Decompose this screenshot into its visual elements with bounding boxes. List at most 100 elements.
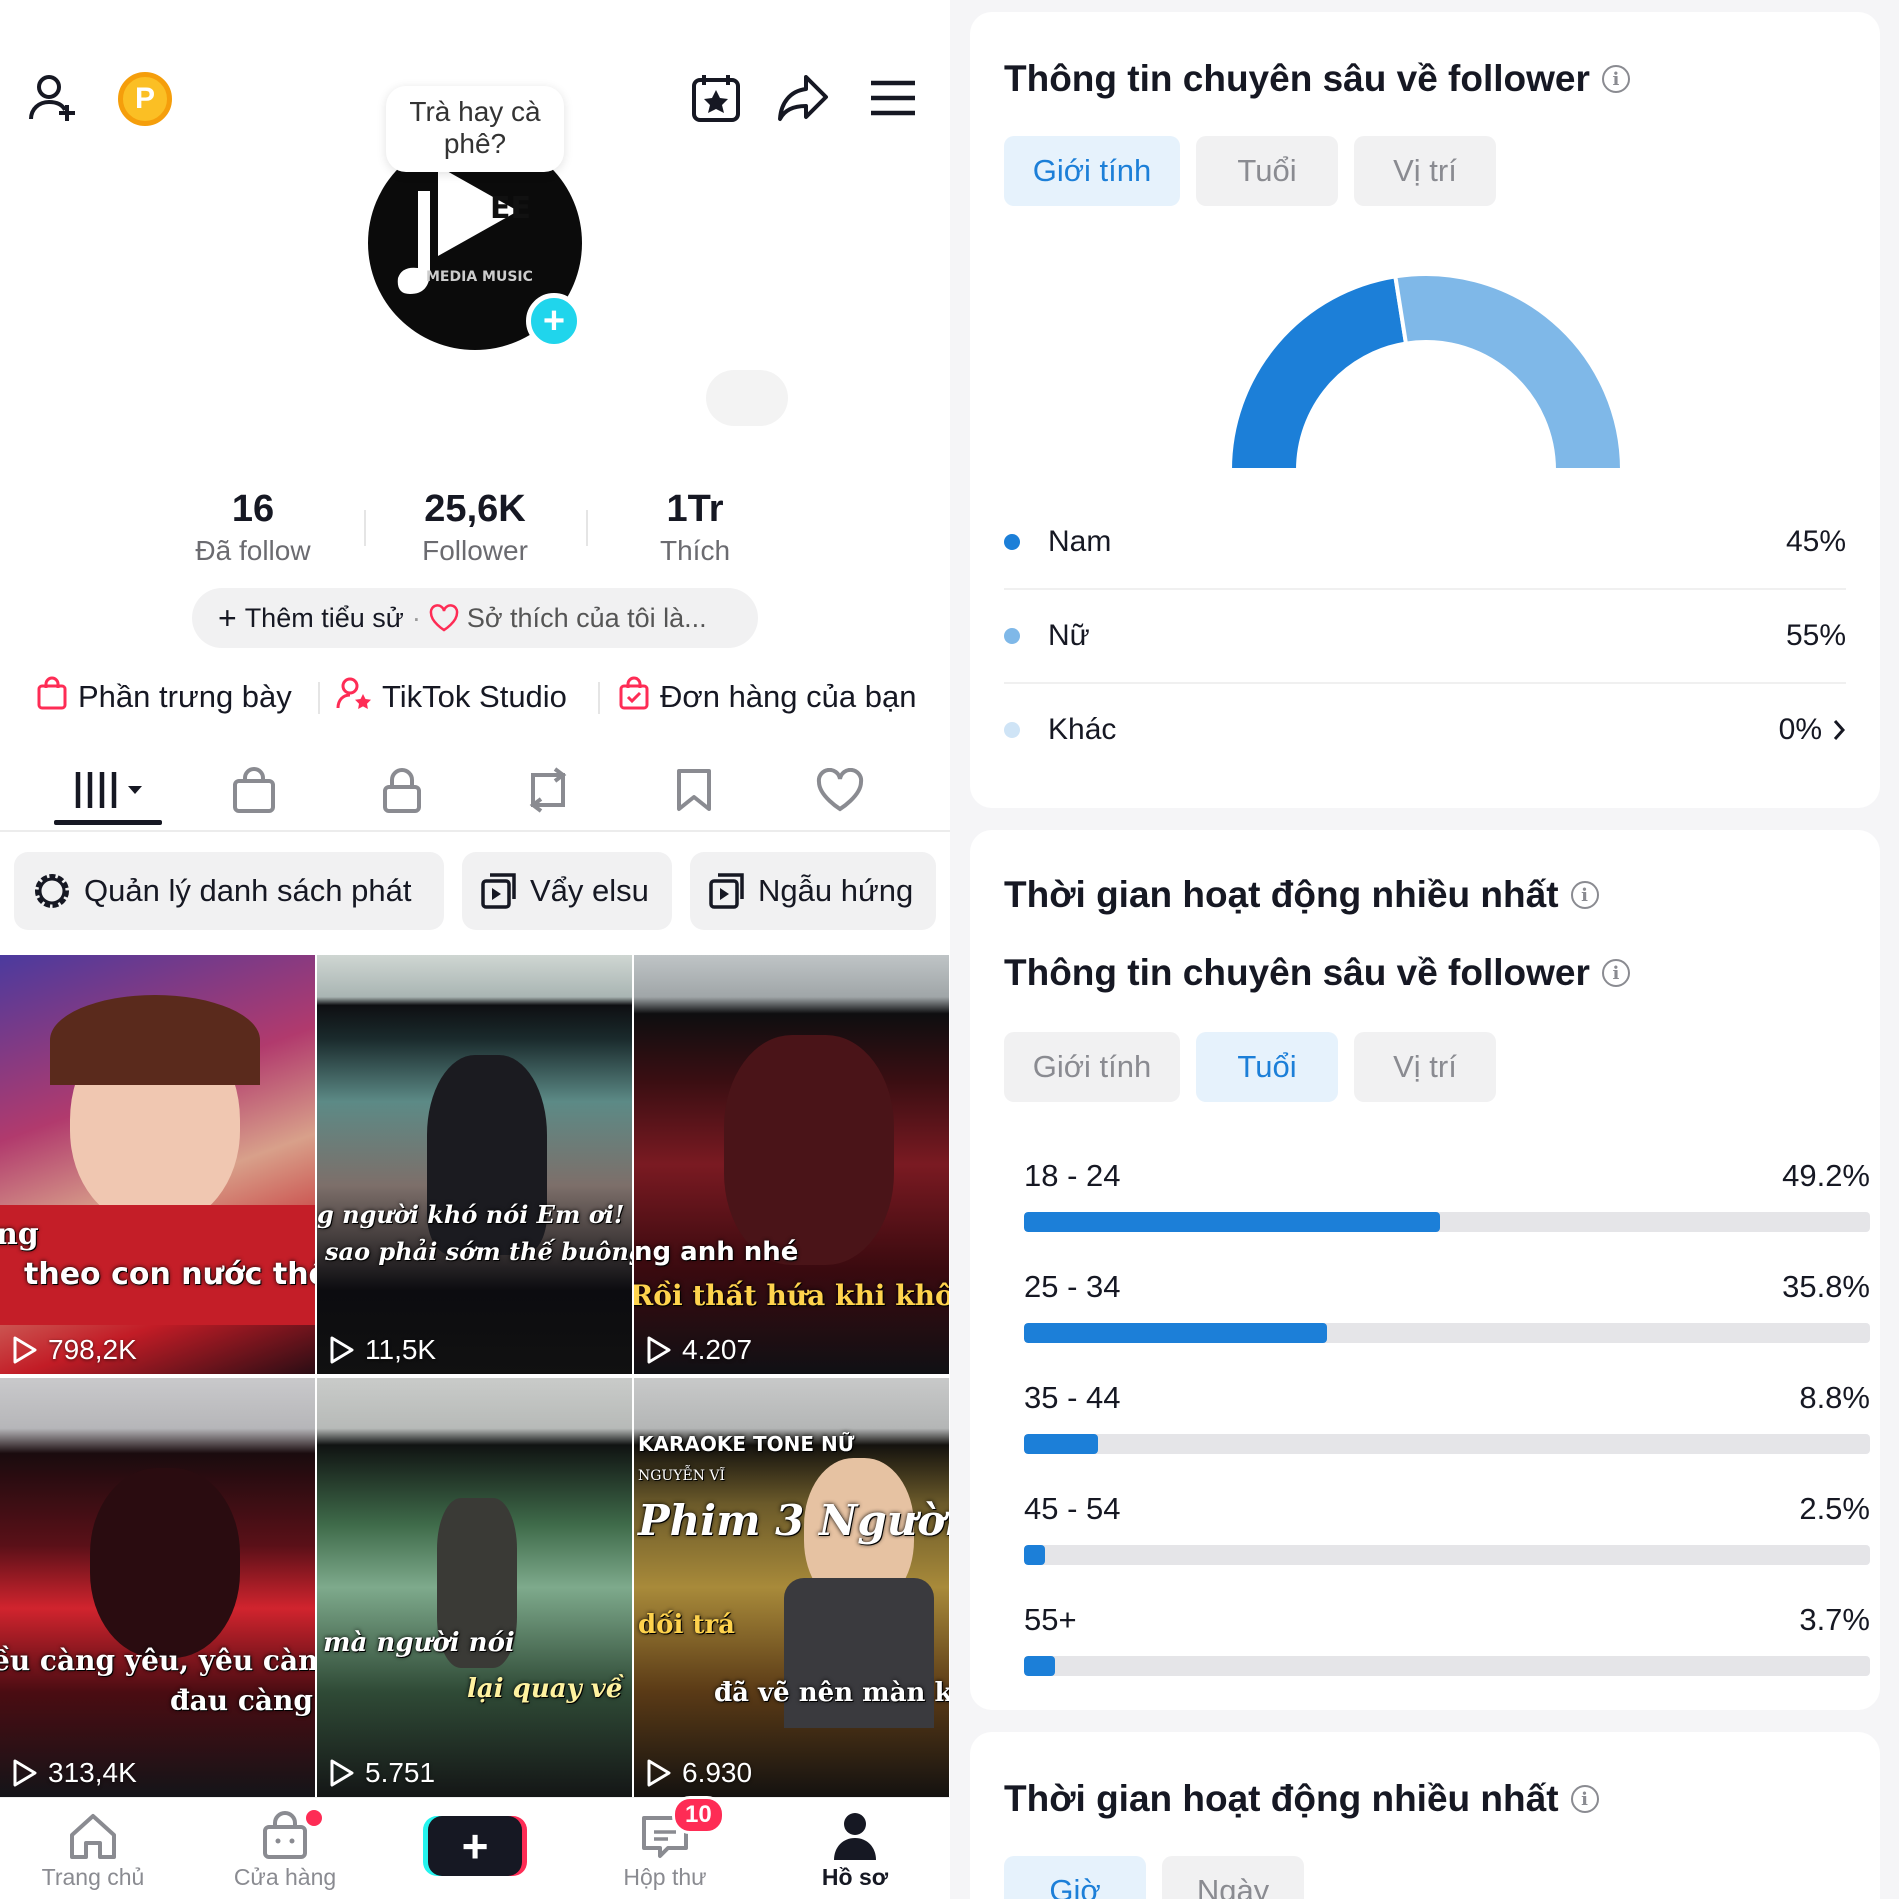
play-icon: [330, 1759, 354, 1787]
repost-icon: [529, 767, 567, 813]
nav-inbox[interactable]: 10 Hộp thư: [590, 1796, 740, 1891]
tab-reposts[interactable]: [488, 752, 608, 828]
song-lyric: dối trá: [638, 1610, 736, 1640]
view-count: 6.930: [646, 1757, 752, 1789]
play-icon: [13, 1336, 37, 1364]
menu-icon[interactable]: [865, 70, 921, 126]
divider: [318, 682, 320, 714]
age-range-label: 18 - 24: [1024, 1158, 1121, 1193]
svg-text:EE: EE: [490, 191, 531, 226]
playlist-icon: [481, 873, 516, 909]
profile-icon: [834, 1813, 876, 1860]
video-caption: KARAOKE TONE NỮ: [638, 1432, 855, 1456]
coin-icon[interactable]: P: [118, 72, 172, 126]
age-row: 18 - 24 49.2%: [1024, 1158, 1870, 1232]
video-caption: ều càng yêu, yêu càng đau: [0, 1644, 315, 1677]
video-thumbnail[interactable]: ng anh nhé Rồi thất hứa khi không làm 4.…: [634, 955, 949, 1374]
video-thumbnail[interactable]: mà người nói lại quay về 5.751: [317, 1378, 632, 1797]
tab-location[interactable]: Vị trí: [1354, 1032, 1496, 1102]
analytics-panel: Thông tin chuyên sâu về follower i Giới …: [950, 0, 1899, 1899]
showcase-link[interactable]: Phần trưng bày: [36, 676, 292, 718]
playlist-chip[interactable]: Vẩy elsu: [462, 852, 672, 930]
age-bar-fill: [1024, 1656, 1056, 1676]
nav-home[interactable]: Trang chủ: [18, 1808, 168, 1891]
age-bar-fill: [1024, 1434, 1099, 1454]
create-button[interactable]: +: [428, 1816, 522, 1876]
video-grid: ng theo con nước thênh th 798,2K g người…: [0, 955, 950, 1797]
stat-following[interactable]: 16 Đã follow: [153, 488, 353, 567]
age-bar-track: [1024, 1545, 1870, 1565]
tab-saved[interactable]: [634, 752, 754, 828]
playlist-icon: [709, 873, 744, 909]
age-bar-fill: [1024, 1212, 1441, 1232]
tab-videos[interactable]: [48, 752, 168, 828]
shop-bag-icon: [233, 767, 275, 813]
divider: [364, 510, 366, 546]
stat-followers[interactable]: 25,6K Follower: [375, 488, 575, 567]
tiktok-studio-link[interactable]: TikTok Studio: [336, 676, 567, 718]
add-bio-label[interactable]: Thêm tiểu sử: [245, 603, 404, 634]
video-thumbnail[interactable]: KARAOKE TONE NỮ NGUYỄN VĨ Phim 3 Người d…: [634, 1378, 949, 1797]
age-range-label: 55+: [1024, 1602, 1077, 1637]
video-thumbnail[interactable]: ng theo con nước thênh th 798,2K: [0, 955, 315, 1374]
age-range-label: 25 - 34: [1024, 1269, 1121, 1304]
tab-shop[interactable]: [194, 752, 314, 828]
video-thumbnail[interactable]: g người khó nói Em ơi! sao phải sớm thế …: [317, 955, 632, 1374]
age-bar-track: [1024, 1656, 1870, 1676]
shop-icon: [263, 1811, 307, 1859]
chevron-right-icon: [1832, 718, 1846, 742]
play-icon: [647, 1759, 671, 1787]
view-count: 4.207: [646, 1334, 752, 1366]
tab-hour[interactable]: Giờ: [1004, 1856, 1146, 1899]
tab-gender[interactable]: Giới tính: [1004, 1032, 1180, 1102]
legend-row-male: Nam 45%: [1004, 496, 1846, 588]
add-friend-icon[interactable]: [26, 70, 82, 126]
bio-separator: ·: [411, 602, 421, 633]
notification-dot: [306, 1810, 322, 1826]
age-bar-track: [1024, 1212, 1870, 1232]
legend-dot: [1004, 722, 1020, 738]
nav-shop[interactable]: Cửa hàng: [210, 1808, 360, 1891]
tab-day[interactable]: Ngày: [1162, 1856, 1304, 1899]
playlist-chip[interactable]: Ngẫu hứng: [690, 852, 936, 930]
age-bar-fill: [1024, 1545, 1046, 1565]
play-icon: [330, 1336, 354, 1364]
share-icon[interactable]: [775, 70, 831, 126]
info-icon[interactable]: i: [1601, 959, 1630, 987]
age-percent: 2.5%: [1799, 1491, 1870, 1526]
tab-liked[interactable]: [780, 752, 900, 828]
note-bubble[interactable]: Trà hay cà phê?: [386, 86, 564, 172]
manage-playlists-chip[interactable]: Quản lý danh sách phát: [14, 852, 444, 930]
favorites-calendar-icon[interactable]: [688, 70, 744, 126]
age-bar-track: [1024, 1434, 1870, 1454]
video-caption: theo con nước thênh th: [24, 1257, 315, 1292]
bookmark-icon: [677, 769, 711, 811]
tab-private[interactable]: [342, 752, 462, 828]
video-caption: ng: [0, 1217, 39, 1252]
age-bar-fill: [1024, 1323, 1327, 1343]
inbox-badge: 10: [672, 1796, 725, 1834]
interest-label[interactable]: Sở thích của tôi là...: [467, 603, 707, 634]
legend-row-other[interactable]: Khác 0%: [1004, 684, 1846, 776]
stat-likes[interactable]: 1Tr Thích: [595, 488, 795, 567]
divider: [598, 682, 600, 714]
nav-profile[interactable]: Hồ sơ: [780, 1808, 930, 1891]
studio-user-icon: [336, 676, 372, 718]
info-icon[interactable]: i: [1570, 1785, 1599, 1813]
gender-donut-chart: [1227, 272, 1625, 472]
bio-bar[interactable]: + Thêm tiểu sử · Sở thích của tôi là...: [192, 588, 758, 648]
donut-slice-0: [1227, 274, 1409, 472]
follower-gender-card: Thông tin chuyên sâu về follower i Giới …: [970, 12, 1880, 808]
active-tab-indicator: [54, 820, 162, 825]
add-avatar-button[interactable]: +: [526, 293, 582, 349]
info-icon[interactable]: i: [1570, 881, 1599, 909]
video-thumbnail[interactable]: ều càng yêu, yêu càng đau đau càng th 31…: [0, 1378, 315, 1797]
orders-link[interactable]: Đơn hàng của bạn: [618, 676, 916, 718]
heart-outline-icon: [429, 604, 459, 632]
video-caption: lại quay về: [467, 1674, 623, 1704]
home-icon: [70, 1814, 116, 1859]
tab-age[interactable]: Tuổi: [1196, 1032, 1338, 1102]
pronoun-pill[interactable]: [706, 370, 788, 426]
video-caption: Rồi thất hứa khi không làm: [634, 1279, 949, 1312]
play-icon: [647, 1336, 671, 1364]
